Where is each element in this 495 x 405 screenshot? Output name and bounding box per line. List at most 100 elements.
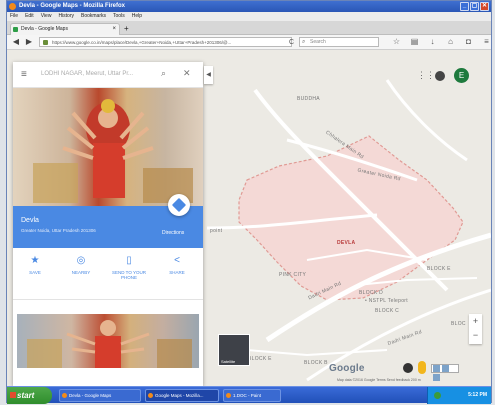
- map-label-block-e: BLOCK E: [427, 266, 451, 272]
- tab-label: Devla - Google Maps: [21, 26, 68, 32]
- network-icon[interactable]: [434, 392, 441, 399]
- minimize-button[interactable]: _: [460, 2, 469, 11]
- google-logo: Google: [329, 363, 365, 374]
- clock: 5:12 PM: [468, 392, 487, 398]
- map-label-block-b: BLOCK B: [304, 360, 328, 366]
- hamburger-menu-icon[interactable]: ≡: [21, 70, 27, 80]
- map-top-controls: ⋮⋮ E: [417, 68, 469, 83]
- save-button[interactable]: ★ SAVE: [15, 255, 55, 276]
- pegman-icon[interactable]: [418, 361, 426, 374]
- maps-search-icon[interactable]: ⌕: [161, 68, 166, 79]
- tab-close-icon[interactable]: ×: [112, 24, 116, 35]
- map-label-ntpl: • NSTPL Teleport: [365, 298, 408, 304]
- star-icon[interactable]: ☆: [392, 37, 401, 47]
- reload-button[interactable]: C: [289, 38, 294, 47]
- phone-icon: ▯: [126, 255, 132, 266]
- map-label-buddha: BUDDHA: [297, 96, 320, 102]
- map-label-bloc: BLOC: [451, 321, 466, 327]
- menu-view[interactable]: View: [41, 12, 52, 21]
- search-input[interactable]: ⌕ Search: [299, 37, 379, 47]
- notifications-icon[interactable]: [435, 70, 445, 81]
- imagery-strip[interactable]: [431, 364, 459, 381]
- place-address: Greater Noida, Uttar Pradesh 201306: [21, 228, 96, 233]
- address-bar[interactable]: https://www.google.co.in/maps/place/Devl…: [39, 37, 292, 47]
- place-title: Devla: [21, 217, 39, 224]
- compass-icon[interactable]: [403, 363, 413, 373]
- taskbar-item-google-maps[interactable]: Google Maps - Mozilla...: [145, 389, 219, 402]
- map-label-left-edge: point: [210, 228, 223, 234]
- home-icon[interactable]: ⌂: [446, 37, 455, 47]
- menu-bar: File Edit View History Bookmarks Tools H…: [7, 12, 491, 21]
- tab-devla[interactable]: Devla - Google Maps ×: [10, 23, 120, 35]
- menu-icon[interactable]: ≡: [482, 37, 491, 47]
- map-label-devla: DEVLA: [337, 240, 356, 246]
- window-title: Devla - Google Maps - Mozilla Firefox: [19, 3, 126, 9]
- layer-thumb-icon: [433, 365, 440, 372]
- zoom-out-button[interactable]: −: [469, 328, 482, 342]
- satellite-toggle[interactable]: Satellite: [218, 334, 250, 366]
- place-panel: ≡ LODHI NAGAR, Meerut, Uttar Pr... ⌕ ✕ D…: [13, 62, 203, 386]
- menu-tools[interactable]: Tools: [113, 12, 125, 21]
- menu-history[interactable]: History: [58, 12, 74, 21]
- google-maps-favicon-icon: [13, 27, 18, 32]
- clear-search-icon[interactable]: ✕: [183, 68, 191, 79]
- send-to-phone-button[interactable]: ▯ SEND TO YOUR PHONE: [109, 255, 149, 281]
- menu-edit[interactable]: Edit: [25, 12, 34, 21]
- window-controls: _ ▢ ✕: [460, 2, 489, 11]
- map-footnote: Map data ©2016 Google Terms Send feedbac…: [337, 378, 421, 382]
- apps-grid-icon[interactable]: ⋮⋮: [417, 71, 435, 80]
- window-titlebar[interactable]: Devla - Google Maps - Mozilla Firefox _ …: [7, 1, 491, 12]
- pocket-icon[interactable]: ◘: [464, 37, 473, 47]
- firefox-icon: [9, 3, 16, 10]
- share-label: SHARE: [169, 270, 185, 275]
- avatar[interactable]: E: [454, 68, 469, 83]
- taskbar: start Devla - Google Maps Google Maps - …: [7, 386, 491, 404]
- browser-window: Devla - Google Maps - Mozilla Firefox _ …: [6, 0, 492, 404]
- place-info-bar: Devla Greater Noida, Uttar Pradesh 20130…: [13, 194, 203, 248]
- zoom-in-button[interactable]: +: [469, 314, 482, 328]
- forward-button[interactable]: ▶: [24, 37, 34, 47]
- send-to-phone-label: SEND TO YOUR PHONE: [111, 270, 146, 280]
- back-button[interactable]: ◀: [11, 37, 21, 47]
- nearby-label: NEARBY: [71, 270, 91, 275]
- paint-icon: [226, 393, 231, 398]
- menu-help[interactable]: Help: [132, 12, 142, 21]
- url-text: https://www.google.co.in/maps/place/Devl…: [52, 40, 232, 45]
- save-label: SAVE: [29, 270, 41, 275]
- download-icon[interactable]: ↓: [428, 37, 437, 47]
- place-photo-secondary[interactable]: [17, 314, 199, 368]
- clipboard-icon[interactable]: ▤: [410, 37, 419, 47]
- share-button[interactable]: < SHARE: [157, 256, 197, 276]
- place-photo[interactable]: [13, 88, 203, 206]
- taskbar-item-firefox[interactable]: Devla - Google Maps: [59, 389, 141, 402]
- deity-image-2: [27, 320, 192, 368]
- taskbar-item-paint[interactable]: 1.DOC - Paint: [223, 389, 281, 402]
- maps-search-input[interactable]: LODHI NAGAR, Meerut, Uttar Pr...: [41, 71, 133, 77]
- start-button[interactable]: start: [7, 387, 52, 404]
- menu-bookmarks[interactable]: Bookmarks: [81, 12, 106, 21]
- nearby-button[interactable]: ◎ NEARBY: [61, 256, 101, 276]
- new-tab-button[interactable]: +: [124, 24, 129, 33]
- directions-label[interactable]: Directions: [162, 230, 184, 236]
- close-window-button[interactable]: ✕: [480, 2, 489, 11]
- taskbar-item-label: 1.DOC - Paint: [233, 393, 262, 398]
- star-icon: ★: [30, 255, 40, 266]
- windows-logo-icon: [10, 392, 16, 398]
- collapse-panel-button[interactable]: ◀: [204, 66, 213, 84]
- directions-button[interactable]: [168, 194, 190, 216]
- map-label-block-d: BLOCK D: [359, 290, 384, 296]
- directions-icon: [171, 197, 187, 213]
- maps-search-box[interactable]: ≡ LODHI NAGAR, Meerut, Uttar Pr... ⌕ ✕: [13, 62, 203, 88]
- deity-image: [33, 99, 193, 203]
- system-tray: 5:12 PM: [427, 387, 491, 404]
- maximize-button[interactable]: ▢: [470, 2, 479, 11]
- menu-file[interactable]: File: [10, 12, 18, 21]
- place-actions: ★ SAVE ◎ NEARBY ▯ SEND TO YOUR PHONE < S…: [13, 248, 203, 300]
- navigation-toolbar: ◀ ▶ https://www.google.co.in/maps/place/…: [7, 35, 491, 50]
- toolbar-icons: ☆ ▤ ↓ ⌂ ◘ ≡: [392, 37, 491, 47]
- layer-thumb-icon: [442, 365, 449, 372]
- firefox-icon: [148, 393, 153, 398]
- satellite-label: Satellite: [221, 359, 236, 364]
- firefox-icon: [62, 393, 67, 398]
- search-icon: ⌕: [302, 39, 306, 45]
